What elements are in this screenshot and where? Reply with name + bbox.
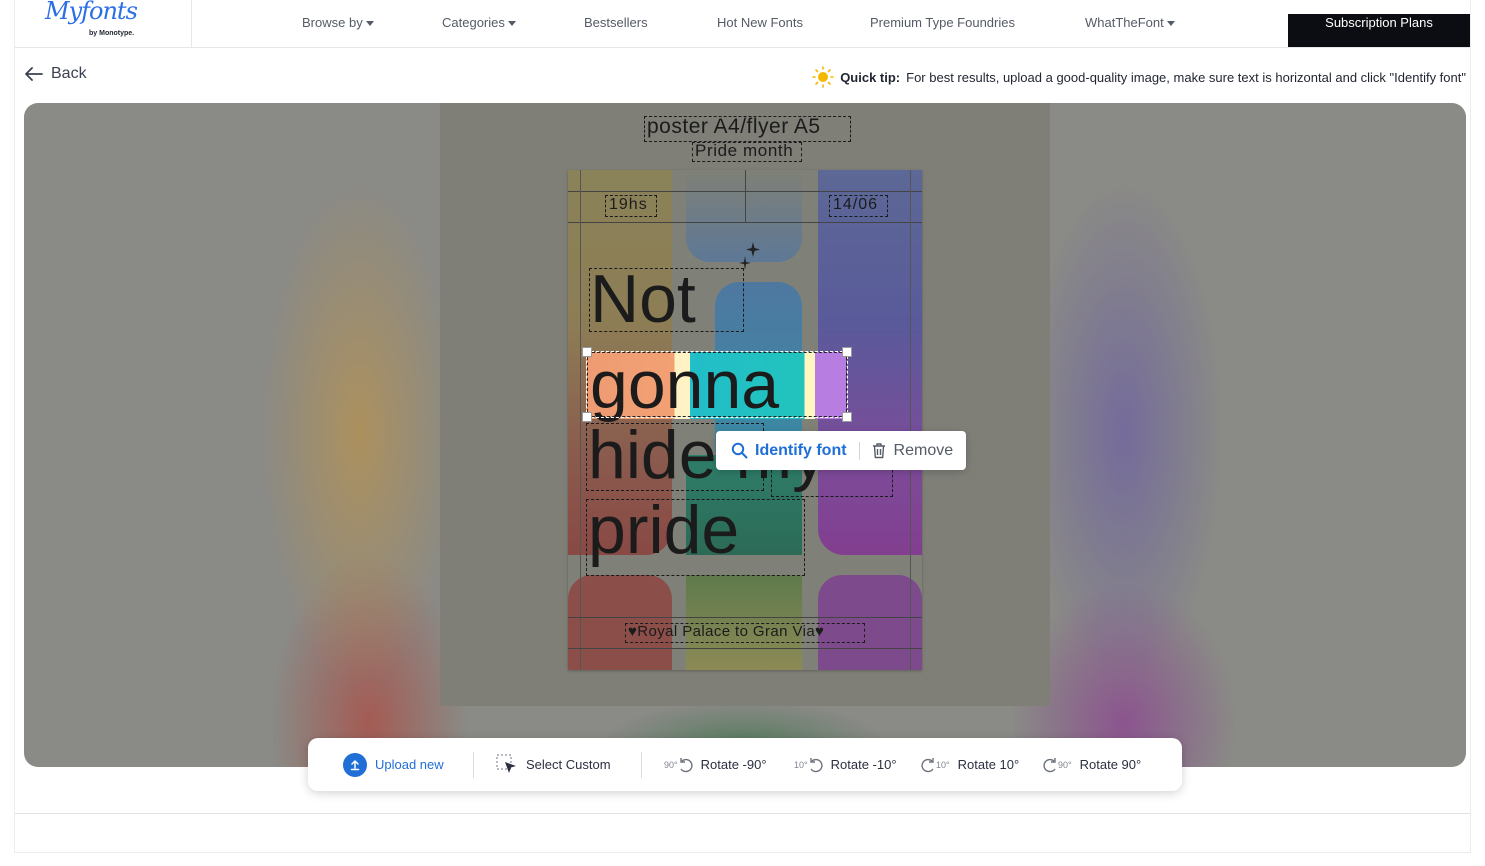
identify-font-label: Identify font [755, 441, 847, 459]
quick-tip-text: For best results, upload a good-quality … [906, 69, 1466, 85]
remove-button[interactable]: Remove [871, 441, 954, 460]
chevron-down-icon [365, 21, 374, 27]
poster-rule [568, 617, 922, 618]
back-label: Back [51, 65, 87, 82]
rotate-plus-10-label: Rotate 10° [957, 757, 1020, 772]
poster-line-1: Not [590, 261, 696, 337]
poster-line-4: pride [588, 492, 740, 568]
rotate-ccw-10-icon-label: 10° [794, 759, 808, 770]
poster-time-text: 19hs [609, 196, 648, 213]
nav-whatthefont[interactable]: WhatTheFont [1085, 15, 1175, 30]
upload-icon [343, 752, 367, 777]
logo-wordmark: Myfonts [45, 0, 138, 25]
nav-whatthefont-label: WhatTheFont [1085, 15, 1164, 30]
poster-rule [745, 170, 746, 222]
rotate-minus-90-button[interactable]: 90° Rotate -90° [664, 738, 767, 791]
chevron-down-icon [507, 21, 516, 27]
poster-subheader-text: Pride month [695, 141, 794, 160]
poster-rule [580, 170, 581, 670]
rotate-cw-90-icon: 90° [1043, 757, 1072, 773]
poster-date-text: 14/06 [833, 196, 879, 213]
identify-font-button[interactable]: Identify font [731, 442, 847, 460]
resize-handle-top-right[interactable] [842, 347, 852, 357]
toolbar-divider [473, 752, 474, 778]
poster-rule [568, 222, 922, 223]
quick-tip: Quick tip: For best results, upload a go… [812, 66, 1466, 88]
myfonts-logo[interactable]: Myfonts by Monotype. [15, 0, 192, 47]
select-custom-button[interactable]: Select Custom [496, 738, 611, 791]
nav-browse-by-label: Browse by [302, 15, 363, 30]
upload-new-label: Upload new [375, 757, 444, 772]
quick-tip-title: Quick tip: [840, 69, 901, 85]
upload-new-button[interactable]: Upload new [343, 738, 444, 791]
rotate-plus-10-button[interactable]: 10° Rotate 10° [921, 738, 1019, 791]
resize-handle-top-left[interactable] [582, 347, 592, 357]
rotate-minus-10-button[interactable]: 10° Rotate -10° [794, 738, 897, 791]
nav-categories-label: Categories [442, 15, 505, 30]
rotate-ccw-90-icon: 90° [664, 757, 693, 773]
top-nav: Myfonts by Monotype. Browse by Categorie… [15, 0, 1470, 48]
subscription-plans-button[interactable]: Subscription Plans [1288, 14, 1470, 47]
rotate-ccw-90-icon-label: 90° [664, 759, 678, 770]
image-workspace[interactable]: poster A4/flyer A5 Pride month 19hs 14/0… [24, 103, 1466, 767]
poster-header-text: poster A4/flyer A5 [647, 115, 821, 138]
logo-subtitle: by Monotype. [89, 30, 135, 37]
poster-footer-text: ♥Royal Palace to Gran Via♥ [628, 623, 825, 640]
rotate-cw-90-icon-label: 90° [1058, 759, 1072, 770]
rotate-cw-10-icon-label: 10° [936, 759, 950, 770]
nav-hot-new-fonts[interactable]: Hot New Fonts [717, 15, 803, 30]
select-cursor-icon [496, 753, 516, 773]
footer-divider [15, 813, 1470, 814]
app-frame: Myfonts by Monotype. Browse by Categorie… [15, 0, 1470, 852]
toolbar-divider [641, 752, 642, 778]
popover-divider [858, 441, 860, 460]
image-toolbar: Upload new Select Custom 90° Rotate -90°… [308, 738, 1182, 791]
selected-text-box[interactable] [582, 347, 852, 422]
nav-browse-by[interactable]: Browse by [302, 15, 374, 30]
rotate-plus-90-label: Rotate 90° [1079, 757, 1142, 772]
rotate-cw-10-icon: 10° [921, 757, 950, 773]
poster-rule [568, 648, 922, 649]
trash-icon [872, 443, 885, 459]
nav-bestsellers[interactable]: Bestsellers [584, 15, 648, 30]
select-custom-label: Select Custom [526, 757, 611, 772]
nav-categories[interactable]: Categories [442, 15, 516, 30]
remove-label: Remove [893, 441, 954, 459]
selection-popover: Identify font Remove [716, 431, 966, 470]
back-button[interactable]: Back [25, 65, 87, 83]
lightbulb-icon [812, 66, 834, 88]
arrow-left-icon [25, 67, 43, 81]
search-icon [731, 442, 748, 459]
rotate-ccw-10-icon: 10° [794, 757, 823, 773]
rotate-minus-90-label: Rotate -90° [700, 757, 767, 772]
poster-rule [910, 170, 911, 670]
resize-handle-bottom-right[interactable] [842, 412, 852, 422]
rotate-plus-90-button[interactable]: 90° Rotate 90° [1043, 738, 1141, 791]
rotate-minus-10-label: Rotate -10° [830, 757, 897, 772]
selection-inner-border [587, 352, 847, 417]
resize-handle-bottom-left[interactable] [582, 412, 592, 422]
nav-premium-foundries[interactable]: Premium Type Foundries [870, 15, 1015, 30]
chevron-down-icon [1166, 21, 1175, 27]
